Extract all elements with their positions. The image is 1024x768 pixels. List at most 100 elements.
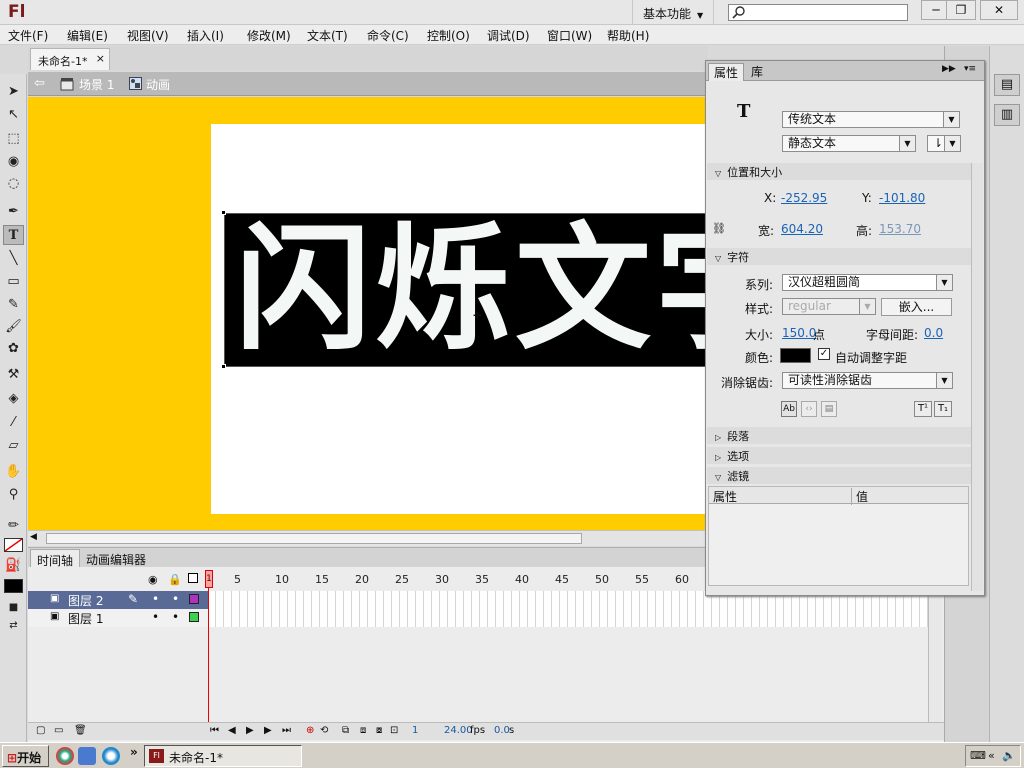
text-tool-icon[interactable]: T [3,225,24,245]
step-forward-icon[interactable]: ▶ [264,725,272,736]
3d-rotation-tool-icon[interactable]: ◉ [3,152,24,172]
scene-label[interactable]: 场景 1 [79,76,114,93]
eraser-tool-icon[interactable]: ▱ [3,436,24,456]
render-html-icon[interactable]: ‹› [801,401,817,417]
visibility-dot[interactable]: • [152,592,159,606]
menu-insert[interactable]: 插入(I) [187,27,224,44]
menu-debug[interactable]: 调试(D) [487,27,530,44]
layer-name[interactable]: 图层 2 [68,592,103,609]
properties-panel-icon[interactable]: ▤ [994,74,1020,96]
layer-outline-color[interactable] [189,594,199,604]
maximize-button[interactable]: ❐ [946,0,976,20]
text-color-swatch[interactable] [780,348,811,363]
lock-dot[interactable]: • [172,610,179,624]
go-first-frame-icon[interactable]: ⏮ [210,725,219,736]
menu-window[interactable]: 窗口(W) [547,27,592,44]
hand-tool-icon[interactable]: ✋ [3,462,24,482]
swap-colors-icon[interactable]: ⇄ [3,616,24,636]
section-paragraph[interactable]: ▷ 段落 [707,427,973,444]
layer-outline-color[interactable] [189,612,199,622]
layer-row[interactable]: ▣ 图层 2 ✎ • • [28,591,208,609]
selectable-text-icon[interactable]: Ab [781,401,797,417]
menu-view[interactable]: 视图(V) [127,27,169,44]
section-position-size[interactable]: ▽ 位置和大小 [707,163,973,180]
stroke-color-swatch[interactable] [4,538,23,552]
font-family-select[interactable]: 汉仪超粗圆简 ▼ [782,274,953,291]
properties-vertical-scrollbar[interactable] [971,163,983,591]
panel-menu-icon[interactable]: ▾≡ [964,64,976,74]
height-value[interactable]: 153.70 [879,222,921,236]
menu-file[interactable]: 文件(F) [8,27,48,44]
help-search-input[interactable] [728,4,908,21]
pen-tool-icon[interactable]: ✒ [3,202,24,222]
library-panel-icon[interactable]: ▥ [994,104,1020,126]
fill-color-bucket-icon[interactable]: ⛽ [3,556,24,576]
loop-icon[interactable]: ⟲ [320,725,328,736]
eyedropper-tool-icon[interactable]: ⁄ [3,413,24,433]
lasso-tool-icon[interactable]: ◌ [3,174,24,194]
tab-library[interactable]: 库 [746,63,768,80]
superscript-icon[interactable]: T¹ [914,401,932,417]
step-back-icon[interactable]: ◀ [228,725,236,736]
layer-row[interactable]: ▣ 图层 1 • • [28,609,208,627]
outline-toggle-icon[interactable] [188,573,198,583]
embed-button[interactable]: 嵌入... [881,298,952,316]
line-tool-icon[interactable]: ╲ [3,249,24,269]
menu-text[interactable]: 文本(T) [307,27,348,44]
eye-icon[interactable]: ◉ [148,573,158,586]
selection-handle-top-left[interactable] [221,210,226,215]
menu-help[interactable]: 帮助(H) [607,27,649,44]
symbol-label[interactable]: 动画 [146,76,170,93]
stroke-color-pencil-icon[interactable]: ✏ [3,516,24,536]
taskbar-window-button[interactable]: Fl 未命名-1* [144,745,302,767]
settings-gear-icon[interactable] [102,747,120,765]
fill-color-swatch[interactable] [4,579,23,593]
free-transform-tool-icon[interactable]: ⬚ [3,129,24,149]
keyboard-icon[interactable]: ⌨ [970,749,986,762]
new-layer-icon[interactable]: ▢ [36,725,45,736]
current-frame[interactable]: 1 [412,725,418,736]
tab-motion-editor[interactable]: 动画编辑器 [80,549,152,568]
menu-modify[interactable]: 修改(M) [247,27,291,44]
deco-tool-icon[interactable]: ✿ [3,339,24,359]
lock-icon[interactable]: 🔒 [168,573,182,586]
letter-spacing-value[interactable]: 0.0 [924,326,943,340]
y-value[interactable]: -101.80 [879,191,925,205]
paint-bucket-tool-icon[interactable]: ◈ [3,389,24,409]
onion-skin-icon[interactable]: ⧉ [342,725,349,736]
filters-list[interactable]: 属性 值 [708,486,969,586]
text-subtype-select[interactable]: 静态文本 ▼ [782,135,916,152]
layer-name[interactable]: 图层 1 [68,610,103,627]
new-folder-icon[interactable]: ▭ [54,725,63,736]
back-arrow-icon[interactable]: ⇦ [34,76,45,91]
menu-commands[interactable]: 命令(C) [367,27,409,44]
close-icon[interactable]: × [96,52,105,65]
subselection-tool-icon[interactable]: ↖ [3,105,24,125]
speaker-icon[interactable]: 🔈 [1002,749,1016,762]
section-filters[interactable]: ▽ 滤镜 [707,467,973,484]
delete-layer-icon[interactable]: 🗑 [74,725,87,736]
play-icon[interactable]: ▶ [246,725,254,736]
quicklaunch-app-icon[interactable] [78,747,96,765]
center-frame-icon[interactable]: ⊕ [306,725,314,736]
workspace-switcher[interactable]: 基本功能 ▼ [632,0,714,25]
collapse-panel-icon[interactable]: ▶▶ [942,64,956,74]
pencil-tool-icon[interactable]: ✎ [3,295,24,315]
show-border-icon[interactable]: ▤ [821,401,837,417]
browser-icon[interactable] [56,747,74,765]
static-text-field[interactable]: 闪烁文字 [224,213,708,367]
document-tab[interactable]: 未命名-1* × [30,48,110,70]
tab-timeline[interactable]: 时间轴 [30,549,81,568]
bone-tool-icon[interactable]: ⚒ [3,365,24,385]
rectangle-tool-icon[interactable]: ▭ [3,272,24,292]
frame-rate[interactable]: 24.00 [444,725,473,736]
edit-multiple-frames-icon[interactable]: ⧇ [376,725,382,736]
autokern-checkbox[interactable]: ✓ [818,348,830,360]
go-last-frame-icon[interactable]: ⏭ [282,725,291,736]
quicklaunch-overflow-icon[interactable]: » [130,745,138,759]
selection-handle-bottom-left[interactable] [221,364,226,369]
brush-tool-icon[interactable]: 🖌 [3,317,24,337]
start-button[interactable]: ⊞开始 [2,745,49,767]
close-window-button[interactable]: ✕ [980,0,1018,20]
x-value[interactable]: -252.95 [781,191,827,205]
